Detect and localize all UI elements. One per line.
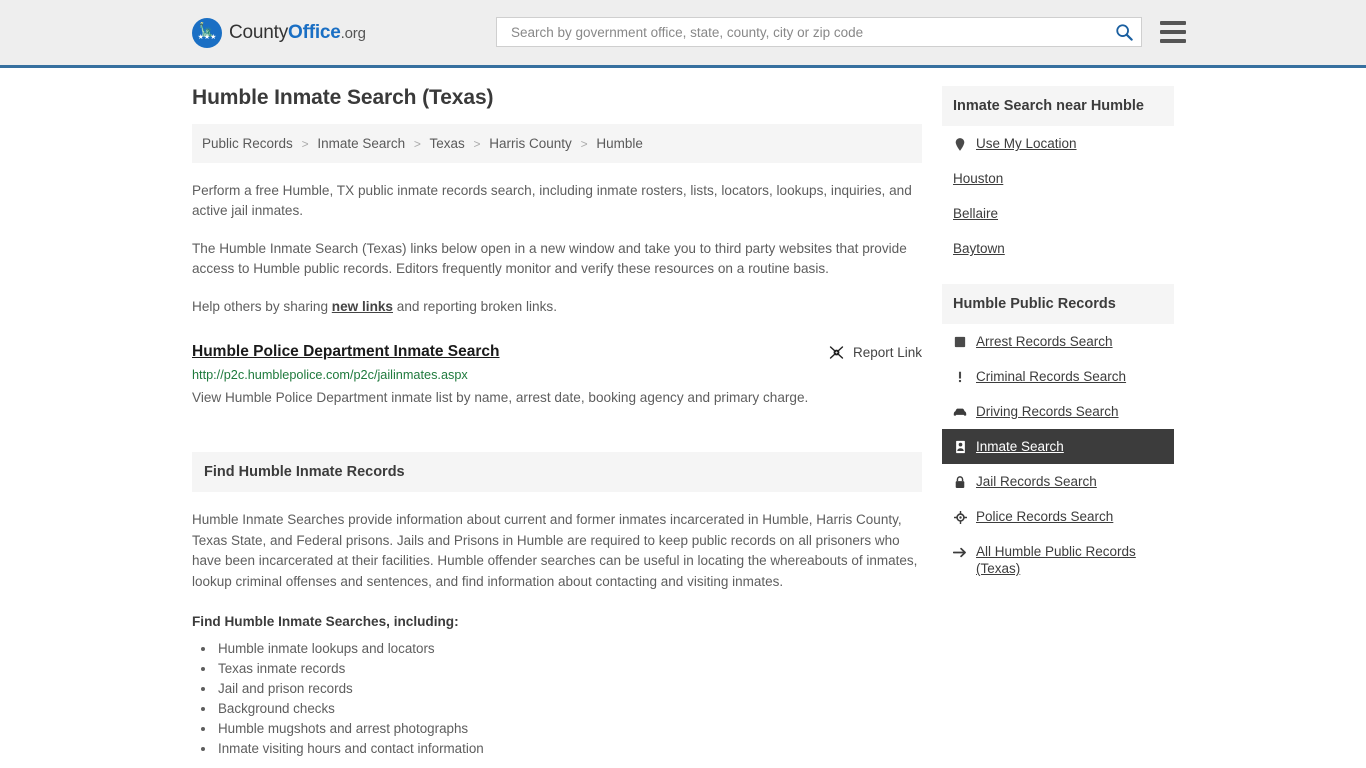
hamburger-menu-icon[interactable] [1160, 21, 1186, 43]
sidebar: Inmate Search near Humble Use My Locatio… [942, 86, 1174, 759]
list-item: Texas inmate records [216, 659, 922, 679]
sidebar-item-bellaire[interactable]: Bellaire [942, 196, 1174, 231]
sidebar-item-houston[interactable]: Houston [942, 161, 1174, 196]
fingerprint-icon [953, 334, 967, 350]
list-item: Humble mugshots and arrest photographs [216, 719, 922, 739]
logo-suffix: .org [340, 24, 366, 42]
breadcrumb: Public Records > Inmate Search > Texas >… [192, 124, 922, 163]
breadcrumb-item-texas[interactable]: Texas [429, 136, 464, 151]
list-item: Inmate visiting hours and contact inform… [216, 739, 922, 759]
arrow-right-icon [953, 544, 967, 560]
broken-link-icon [829, 346, 844, 359]
id-card-icon [953, 439, 967, 455]
intro-p3-after: and reporting broken links. [393, 299, 557, 314]
page-container: Humble Inmate Search (Texas) Public Reco… [0, 68, 1366, 759]
report-link-label: Report Link [852, 345, 922, 360]
feature-list: Humble inmate lookups and locators Texas… [192, 639, 922, 759]
breadcrumb-item-harris-county[interactable]: Harris County [489, 136, 572, 151]
breadcrumb-separator: > [473, 137, 481, 151]
sidebar-item-label: Arrest Records Search [976, 334, 1113, 349]
result-title-link[interactable]: Humble Police Department Inmate Search [192, 343, 500, 361]
breadcrumb-item-inmate-search[interactable]: Inmate Search [317, 136, 405, 151]
search-icon[interactable] [1115, 23, 1133, 41]
report-link-button[interactable]: Report Link [828, 343, 922, 361]
logo-word-office: Office [288, 21, 341, 43]
sidebar-item-use-my-location[interactable]: Use My Location [942, 126, 1174, 161]
sidebar-item-label: Driving Records Search [976, 404, 1119, 419]
sidebar-card-public-records: Humble Public Records Arrest Records Sea… [942, 284, 1174, 586]
intro-paragraph-1: Perform a free Humble, TX public inmate … [192, 183, 912, 218]
breadcrumb-separator: > [301, 137, 309, 151]
result-url: http://p2c.humblepolice.com/p2c/jailinma… [192, 368, 468, 382]
sidebar-item-inmate-search[interactable]: Inmate Search [942, 429, 1174, 464]
breadcrumb-item-humble: Humble [596, 136, 643, 151]
sidebar-item-label: Use My Location [976, 136, 1077, 151]
padlock-icon [953, 474, 967, 490]
eagle-seal-icon: 🗽 ★★★ [192, 17, 222, 48]
section-heading: Find Humble Inmate Records [192, 452, 922, 492]
logo-text: CountyOffice.org [229, 22, 366, 44]
intro-paragraph-2: The Humble Inmate Search (Texas) links b… [192, 241, 907, 276]
site-logo[interactable]: 🗽 ★★★ CountyOffice.org [192, 17, 366, 48]
logo-word-county: County [229, 21, 289, 43]
intro-paragraph-3: Help others by sharing new links and rep… [192, 297, 922, 317]
exclamation-icon [953, 369, 967, 385]
list-item: Humble inmate lookups and locators [216, 639, 922, 659]
result-item: Humble Police Department Inmate Search R… [192, 343, 922, 410]
breadcrumb-separator: > [580, 137, 588, 151]
sidebar-nearby-list: Use My Location Houston Bellaire Baytown [942, 126, 1174, 266]
sidebar-item-label: Jail Records Search [976, 474, 1097, 489]
search-box[interactable] [496, 17, 1142, 47]
page-title: Humble Inmate Search (Texas) [192, 86, 494, 109]
sidebar-card-nearby: Inmate Search near Humble Use My Locatio… [942, 86, 1174, 266]
breadcrumb-item-public-records[interactable]: Public Records [202, 136, 293, 151]
result-description: View Humble Police Department inmate lis… [192, 390, 809, 405]
search-input[interactable] [509, 23, 1115, 41]
sidebar-nearby-title: Inmate Search near Humble [942, 86, 1174, 126]
sidebar-records-title: Humble Public Records [942, 284, 1174, 324]
sidebar-item-police-records-search[interactable]: Police Records Search [942, 499, 1174, 534]
sidebar-item-label: Baytown [953, 241, 1005, 256]
sidebar-item-all-public-records[interactable]: All Humble Public Records (Texas) [942, 534, 1174, 586]
main-content: Humble Inmate Search (Texas) Public Reco… [192, 86, 922, 759]
sidebar-item-label: All Humble Public Records (Texas) [976, 544, 1136, 576]
result-header: Humble Police Department Inmate Search R… [192, 343, 922, 361]
sidebar-records-list: Arrest Records Search Criminal Records S… [942, 324, 1174, 586]
intro-text: Perform a free Humble, TX public inmate … [192, 181, 922, 317]
sidebar-item-baytown[interactable]: Baytown [942, 231, 1174, 266]
section-body: Humble Inmate Searches provide informati… [192, 510, 922, 759]
breadcrumb-separator: > [413, 137, 421, 151]
intro-p3-before: Help others by sharing [192, 299, 332, 314]
sidebar-item-jail-records-search[interactable]: Jail Records Search [942, 464, 1174, 499]
section-paragraph: Humble Inmate Searches provide informati… [192, 512, 918, 589]
police-badge-icon [953, 509, 967, 525]
sidebar-item-label: Inmate Search [976, 439, 1064, 454]
sidebar-item-label: Bellaire [953, 206, 999, 221]
sidebar-item-criminal-records-search[interactable]: Criminal Records Search [942, 359, 1174, 394]
site-header: 🗽 ★★★ CountyOffice.org [0, 0, 1366, 68]
list-item: Jail and prison records [216, 679, 922, 699]
search-area [496, 17, 1186, 47]
map-pin-icon [953, 136, 967, 152]
sidebar-item-label: Police Records Search [976, 509, 1114, 524]
car-icon [953, 404, 967, 420]
sidebar-item-label: Criminal Records Search [976, 369, 1127, 384]
sidebar-item-label: Houston [953, 171, 1004, 186]
list-item: Background checks [216, 699, 922, 719]
section-sub-heading: Find Humble Inmate Searches, including: [192, 614, 459, 629]
sidebar-item-arrest-records-search[interactable]: Arrest Records Search [942, 324, 1174, 359]
sidebar-item-driving-records-search[interactable]: Driving Records Search [942, 394, 1174, 429]
new-links-link[interactable]: new links [332, 299, 393, 314]
